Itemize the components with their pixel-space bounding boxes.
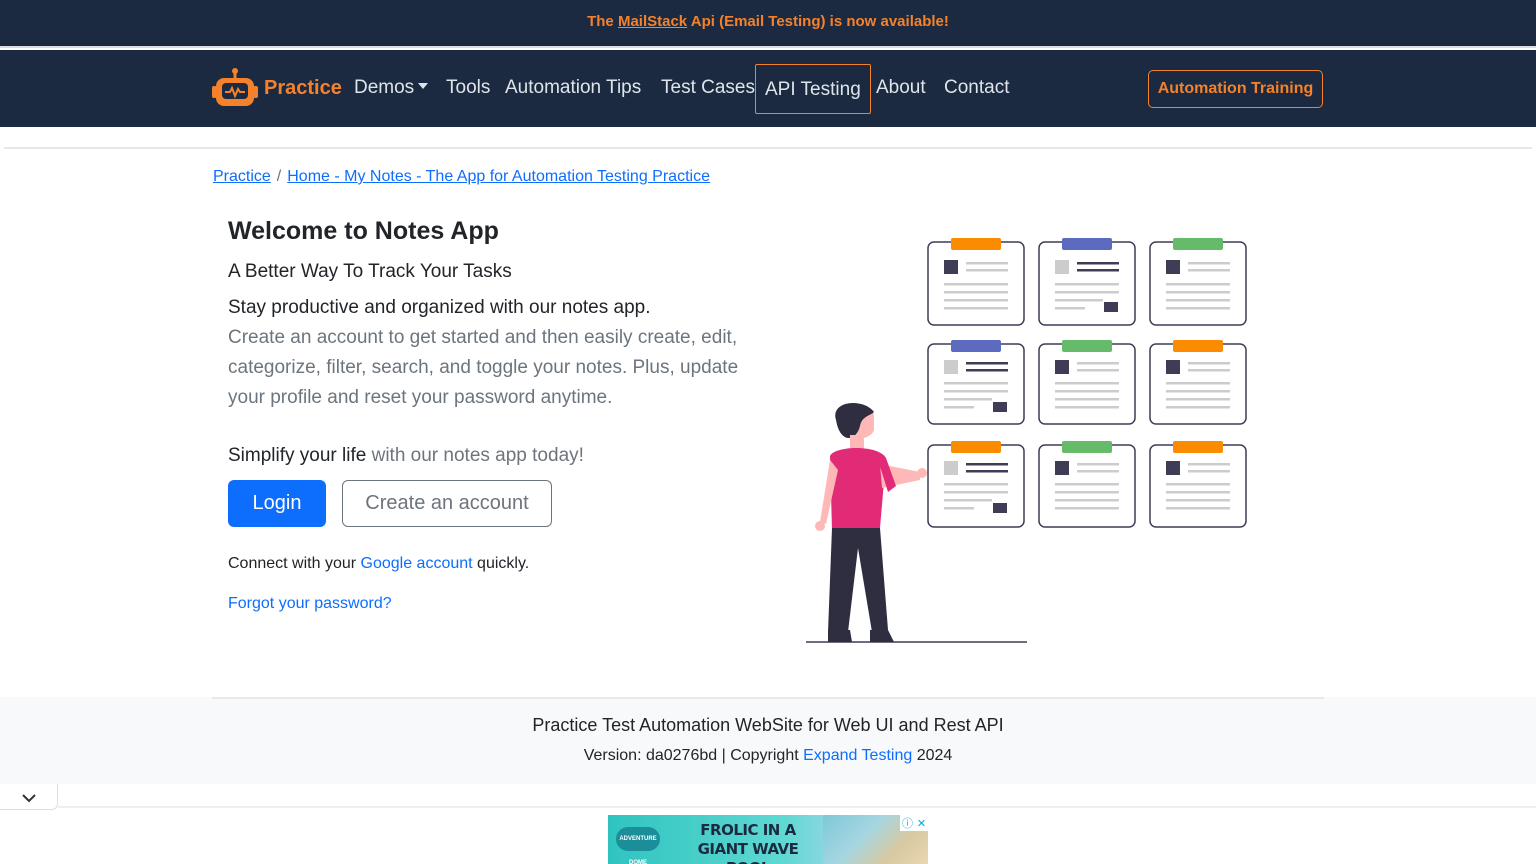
footer: Practice Test Automation WebSite for Web… [0,697,1536,784]
ad-collapse-button[interactable] [0,784,58,810]
breadcrumb-practice[interactable]: Practice [213,168,271,185]
nav-demos-label: Demos [354,77,415,98]
ad-headline: FROLIC IN A GIANT WAVE POOL [688,821,808,864]
announcement-suffix: Api (Email Testing) is now available! [687,13,949,30]
navbar: Practice Demos Tools Automation Tips Tes… [0,50,1536,127]
expand-testing-link[interactable]: Expand Testing [803,747,912,764]
breadcrumb-current[interactable]: Home - My Notes - The App for Automation… [287,168,710,185]
ad-line-2: GIANT WAVE POOL [697,840,799,864]
divider [4,147,1532,149]
mailstack-link[interactable]: MailStack [618,13,687,30]
google-prefix: Connect with your [228,555,361,572]
note-card [1038,441,1136,528]
notes-illustration [806,238,1247,643]
nav-api-testing[interactable]: API Testing [755,64,871,114]
note-card [1149,238,1247,326]
ad-controls: ⓘ ✕ [900,815,928,831]
google-connect-text: Connect with your Google account quickly… [228,555,529,573]
note-card [1149,340,1247,425]
brand-link[interactable]: Practice [212,66,342,110]
create-account-button[interactable]: Create an account [342,480,552,527]
nav-about[interactable]: About [876,76,926,100]
footer-version-prefix: Version: da0276bd | Copyright [583,747,804,764]
description-text: Create an account to get started and the… [228,327,739,408]
note-card [927,340,1025,425]
footer-divider [212,697,1324,699]
google-account-link[interactable]: Google account [361,555,473,572]
forgot-password-link[interactable]: Forgot your password? [228,595,392,613]
note-card [1038,340,1136,425]
nav-automation-tips[interactable]: Automation Tips [505,76,641,100]
note-card [927,441,1025,528]
ad-line-1: FROLIC IN A [700,821,796,839]
robot-logo-icon [212,68,258,106]
ad-strip-divider [58,806,1536,808]
ad-banner[interactable]: ADVENTURE DOME FROLIC IN A GIANT WAVE PO… [608,815,928,864]
announcement-bar: The MailStack Api (Email Testing) is now… [0,0,1536,48]
info-icon[interactable]: ⓘ [902,815,913,831]
announcement-prefix: The [587,13,618,30]
page-subtitle: A Better Way To Track Your Tasks [228,261,512,282]
nav-contact[interactable]: Contact [944,76,1009,100]
simplify-rest: with our notes app today! [366,445,584,466]
ad-logo: ADVENTURE DOME [616,827,660,864]
note-cards [927,238,1247,528]
lead-text: Stay productive and organized with our n… [228,297,651,318]
brand-text: Practice [264,76,342,99]
close-icon[interactable]: ✕ [917,817,926,830]
note-card [927,238,1025,326]
simplify-text: Simplify your life with our notes app to… [228,445,584,467]
note-card [1038,238,1136,326]
chevron-down-icon [21,794,36,803]
google-suffix: quickly. [472,555,530,572]
breadcrumb: Practice / Home - My Notes - The App for A… [213,168,710,186]
simplify-dark: Simplify your life [228,445,367,466]
nav-tools[interactable]: Tools [446,76,490,100]
caret-down-icon [418,83,429,90]
footer-year: 2024 [912,747,953,764]
ad-strip: ADVENTURE DOME FROLIC IN A GIANT WAVE PO… [0,784,1536,864]
automation-training-button[interactable]: Automation Training [1148,70,1323,108]
nav-test-cases[interactable]: Test Cases [661,76,755,100]
login-button[interactable]: Login [228,480,326,527]
page-title: Welcome to Notes App [228,217,499,245]
note-card [1149,441,1247,528]
nav-demos[interactable]: Demos [354,76,429,100]
footer-version: Version: da0276bd | Copyright Expand Tes… [0,747,1536,765]
footer-title: Practice Test Automation WebSite for Web… [532,715,1004,735]
breadcrumb-separator: / [276,168,282,185]
